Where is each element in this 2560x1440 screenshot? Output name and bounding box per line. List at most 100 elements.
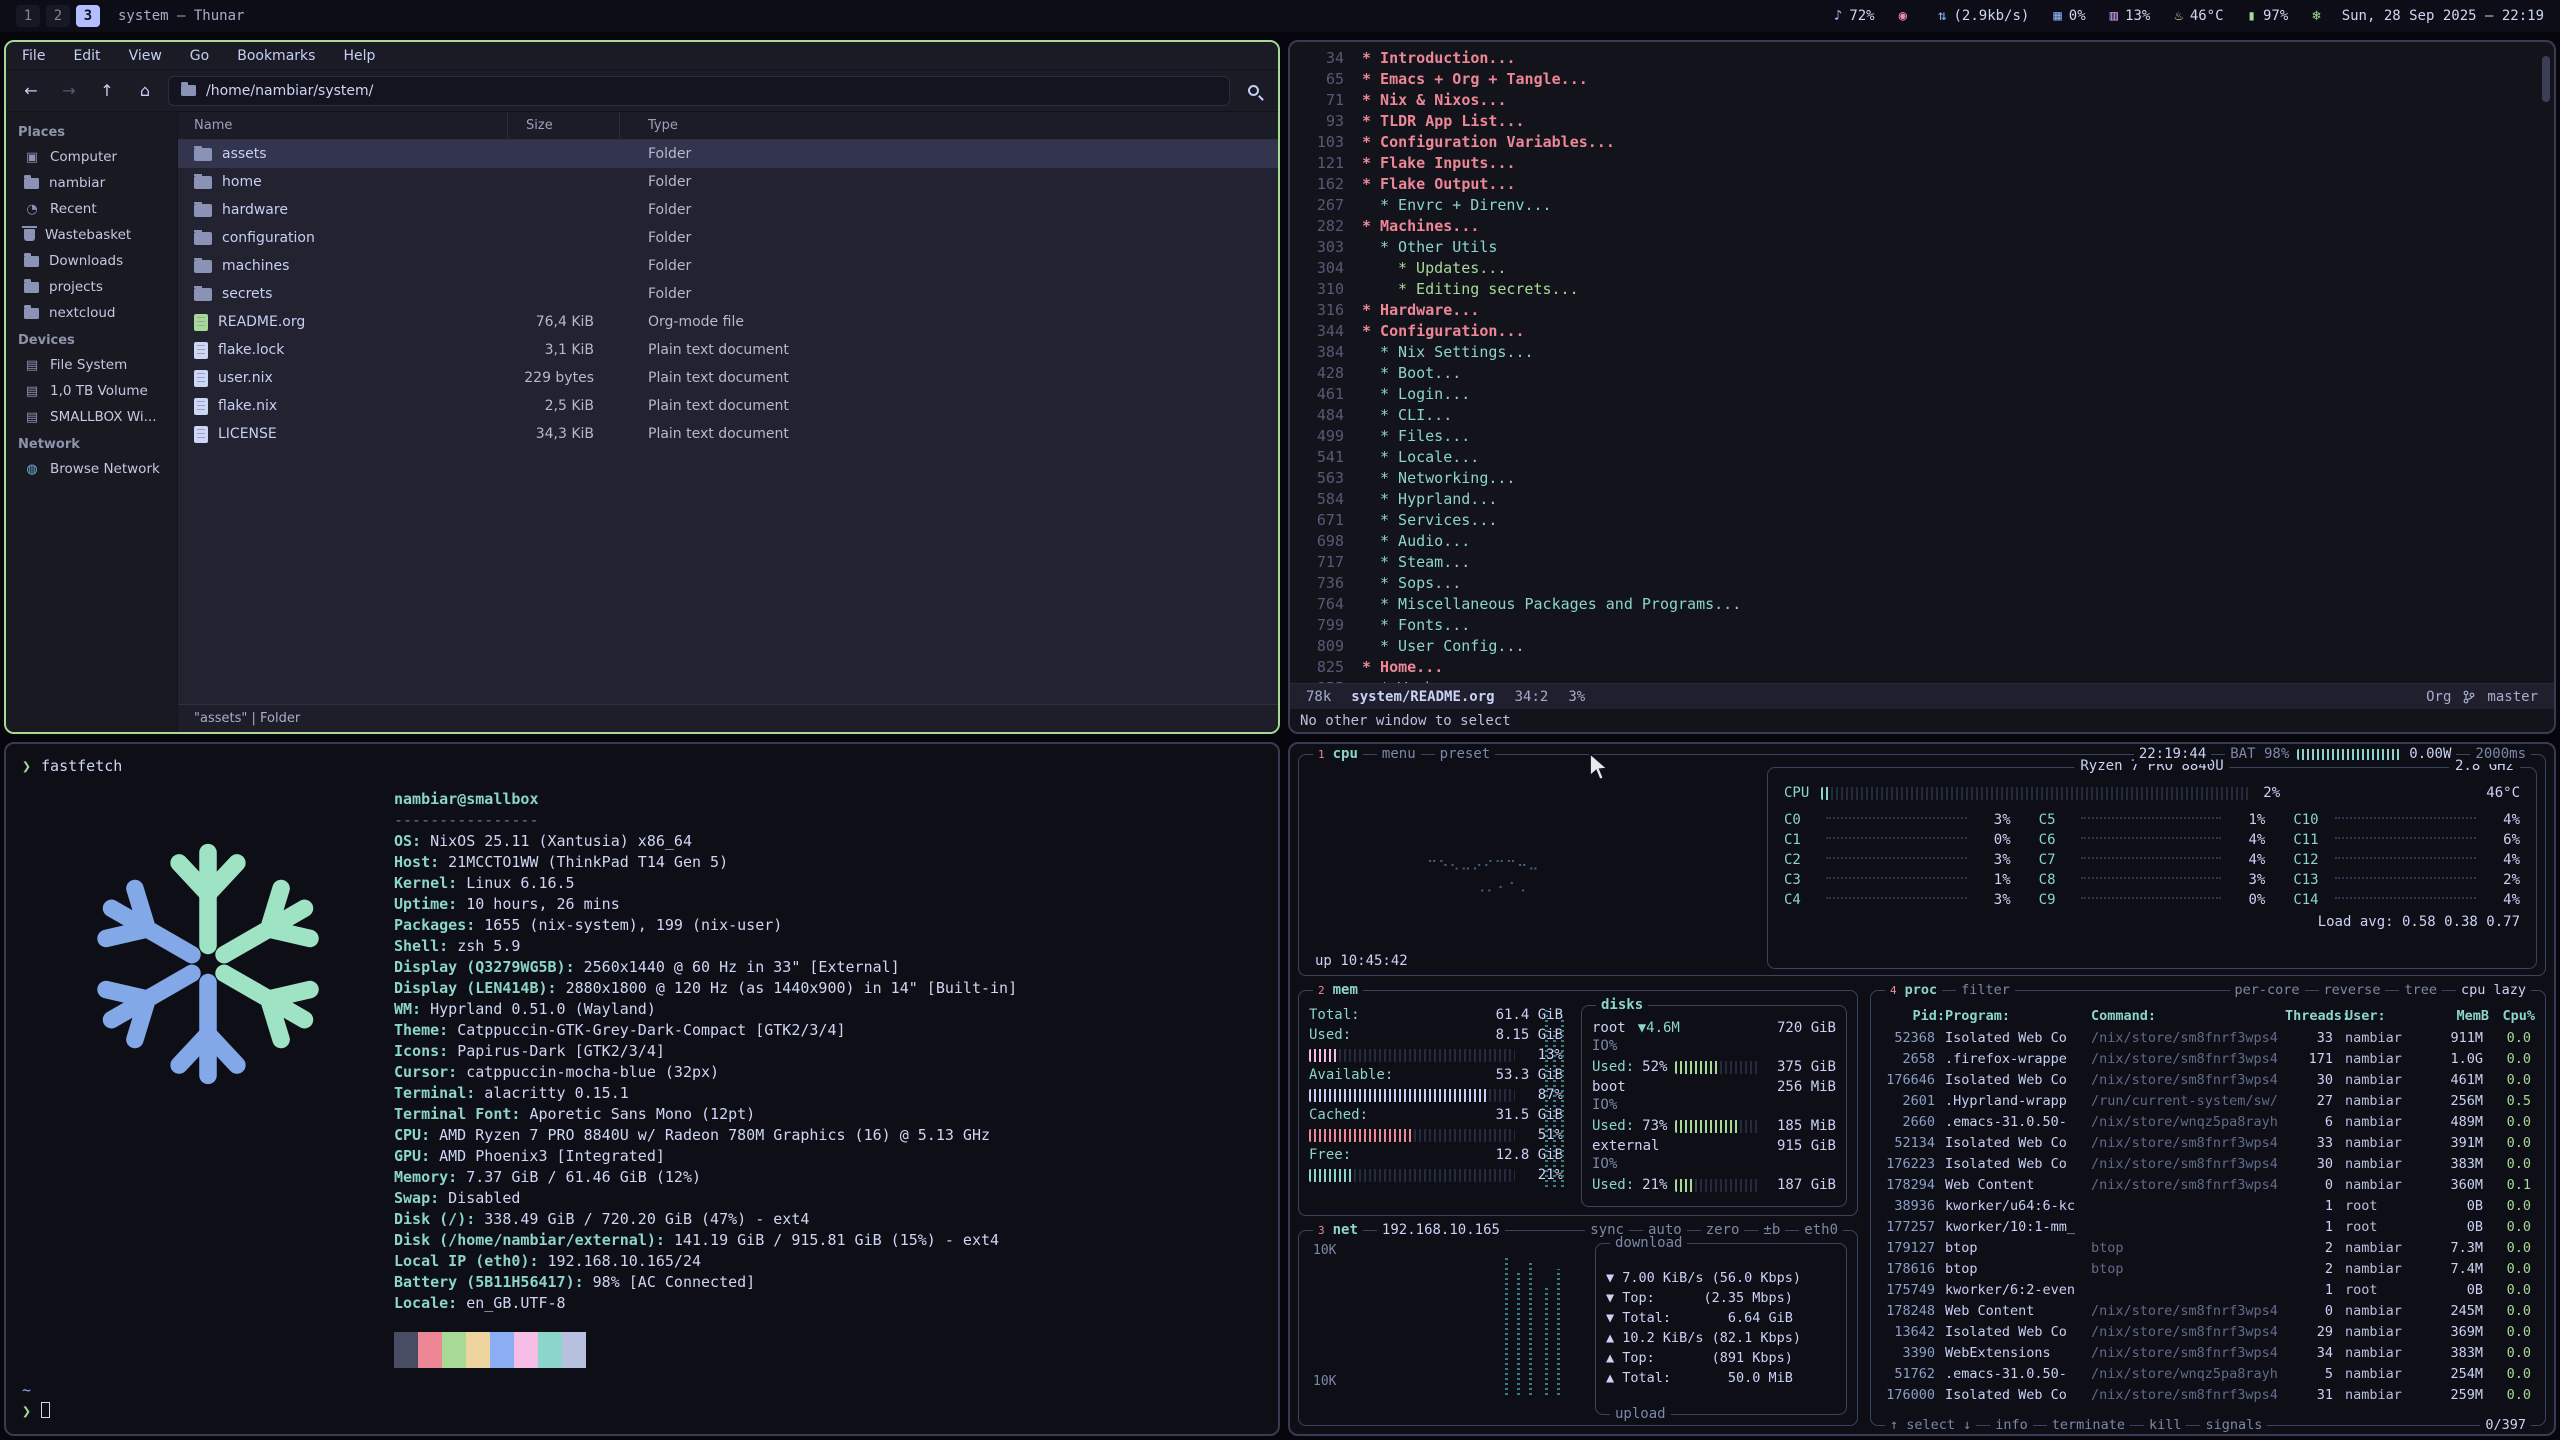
proc-percore-toggle[interactable]: per-core [2230,981,2305,1000]
proc-footer-action[interactable]: info [1990,1416,2033,1435]
org-heading-line[interactable]: 316 * Hardware... [1290,300,2554,321]
sidebar-item[interactable]: ▤ SMALLBOX Wi... [6,404,177,430]
menu-item[interactable]: Edit [73,48,100,64]
menu-item[interactable]: Go [190,48,209,64]
org-heading-line[interactable]: 461 * Login... [1290,384,2554,405]
org-heading-line[interactable]: 855 * Waubar... [1290,678,2554,683]
org-heading-line[interactable]: 384 * Nix Settings... [1290,342,2554,363]
update-interval[interactable]: 2000ms [2470,745,2531,764]
forward-button[interactable]: → [54,77,84,105]
org-heading-line[interactable]: 93 * TLDR App List... [1290,111,2554,132]
file-row[interactable]: hardware Folder [178,196,1278,224]
org-heading-line[interactable]: 428 * Boot... [1290,363,2554,384]
terminal-window[interactable]: ❯ fastfetch nam [4,742,1280,1436]
sidebar-item[interactable]: Downloads [6,248,177,274]
process-row[interactable]: 52368 Isolated Web Co /nix/store/sm8fnrf… [1881,1027,2535,1048]
cpu-box-title[interactable]: 1cpu [1313,745,1363,764]
menu-item[interactable]: Help [343,48,375,64]
home-button[interactable]: ⌂ [130,77,160,105]
org-heading-line[interactable]: 65 * Emacs + Org + Tangle... [1290,69,2554,90]
process-row[interactable]: 2658 .firefox-wrappe /nix/store/sm8fnrf3… [1881,1048,2535,1069]
path-bar[interactable]: /home/nambiar/system/ [168,76,1230,106]
process-row[interactable]: 3390 WebExtensions /nix/store/sm8fnrf3wp… [1881,1342,2535,1363]
net-control-button[interactable]: zero [1701,1221,1745,1240]
process-row[interactable]: 2660 .emacs-31.0.50- /nix/store/wnqz5pa8… [1881,1111,2535,1132]
net-control-button[interactable]: ±b [1758,1221,1785,1240]
status-module[interactable]: ▥ 13% [2110,8,2151,24]
status-module[interactable]: ❄ [2312,8,2327,24]
column-pid[interactable]: Pid: [1881,1008,1945,1024]
column-memb[interactable]: MemB [2427,1008,2489,1024]
org-heading-line[interactable]: 671 * Services... [1290,510,2554,531]
process-row[interactable]: 176000 Isolated Web Co /nix/store/sm8fnr… [1881,1384,2535,1405]
org-heading-line[interactable]: 103 * Configuration Variables... [1290,132,2554,153]
sidebar-item[interactable]: ▣ Computer [6,144,177,170]
org-heading-line[interactable]: 162 * Flake Output... [1290,174,2554,195]
process-row[interactable]: 178248 Web Content /nix/store/sm8fnrf3wp… [1881,1300,2535,1321]
status-module[interactable]: ♨ 46°C [2174,8,2223,24]
status-module[interactable]: ▦ 0% [2053,8,2085,24]
process-row[interactable]: 179127 btop btop 2 nambiar 7.3M 0.0 [1881,1237,2535,1258]
org-heading-line[interactable]: 267 * Envrc + Direnv... [1290,195,2554,216]
proc-reverse-toggle[interactable]: reverse [2319,981,2386,1000]
proc-footer-action[interactable]: signals [2200,1416,2267,1435]
sidebar-item[interactable]: ◔ Recent [6,196,177,222]
file-row[interactable]: secrets Folder [178,280,1278,308]
process-row[interactable]: 175749 kworker/6:2-even 1 root 0B 0.0 [1881,1279,2535,1300]
process-row[interactable]: 51762 .emacs-31.0.50- /nix/store/wnqz5pa… [1881,1363,2535,1384]
org-heading-line[interactable]: 799 * Fonts... [1290,615,2554,636]
sidebar-item[interactable]: projects [6,274,177,300]
process-row[interactable]: 13642 Isolated Web Co /nix/store/sm8fnrf… [1881,1321,2535,1342]
column-program[interactable]: Program: [1945,1008,2091,1024]
column-header-size[interactable]: Size [508,112,620,139]
org-heading-line[interactable]: 34 * Introduction... [1290,48,2554,69]
org-heading-line[interactable]: 764 * Miscellaneous Packages and Program… [1290,594,2554,615]
org-heading-line[interactable]: 563 * Networking... [1290,468,2554,489]
menu-item[interactable]: View [129,48,162,64]
org-heading-line[interactable]: 698 * Audio... [1290,531,2554,552]
btop-preset-button[interactable]: preset [1435,745,1496,764]
process-row[interactable]: 178294 Web Content /nix/store/sm8fnrf3wp… [1881,1174,2535,1195]
org-heading-line[interactable]: 121 * Flake Inputs... [1290,153,2554,174]
clock[interactable]: Sun, 28 Sep 2025 — 22:19 [2342,8,2544,24]
org-heading-line[interactable]: 717 * Steam... [1290,552,2554,573]
up-button[interactable]: ↑ [92,77,122,105]
process-row[interactable]: 178616 btop btop 2 nambiar 7.4M 0.0 [1881,1258,2535,1279]
menu-item[interactable]: Bookmarks [237,48,315,64]
column-header-name[interactable]: Name [178,112,508,139]
org-heading-line[interactable]: 344 * Configuration... [1290,321,2554,342]
file-row[interactable]: user.nix 229 bytes Plain text document [178,364,1278,392]
file-row[interactable]: flake.nix 2,5 KiB Plain text document [178,392,1278,420]
process-row[interactable]: 2601 .Hyprland-wrapp /run/current-system… [1881,1090,2535,1111]
process-row[interactable]: 38936 kworker/u64:6-kc 1 root 0B 0.0 [1881,1195,2535,1216]
org-heading-line[interactable]: 303 * Other Utils [1290,237,2554,258]
file-row[interactable]: flake.lock 3,1 KiB Plain text document [178,336,1278,364]
process-row[interactable]: 176223 Isolated Web Co /nix/store/sm8fnr… [1881,1153,2535,1174]
file-row[interactable]: README.org 76,4 KiB Org-mode file [178,308,1278,336]
menu-item[interactable]: File [22,48,45,64]
org-heading-line[interactable]: 825 * Home... [1290,657,2554,678]
net-box-title[interactable]: 3net [1313,1221,1363,1240]
sidebar-item[interactable]: Wastebasket [6,222,177,248]
status-module[interactable]: ▮ 97% [2248,8,2289,24]
file-row[interactable]: machines Folder [178,252,1278,280]
search-button[interactable] [1238,77,1268,105]
column-user[interactable]: User: [2345,1008,2427,1024]
emacs-scrollbar[interactable] [2542,48,2550,728]
sidebar-item[interactable]: nambiar [6,170,177,196]
org-heading-line[interactable]: 282 * Machines... [1290,216,2554,237]
org-heading-line[interactable]: 304 * Updates... [1290,258,2554,279]
sidebar-item[interactable]: ▤ File System [6,352,177,378]
sidebar-item[interactable]: ▤ 1,0 TB Volume [6,378,177,404]
org-heading-line[interactable]: 499 * Files... [1290,426,2554,447]
org-heading-line[interactable]: 484 * CLI... [1290,405,2554,426]
btop-menu-button[interactable]: menu [1377,745,1421,764]
org-heading-line[interactable]: 584 * Hyprland... [1290,489,2554,510]
proc-footer-action[interactable]: kill [2144,1416,2187,1435]
proc-box-title[interactable]: 4proc [1885,981,1942,1000]
back-button[interactable]: ← [16,77,46,105]
org-heading-line[interactable]: 541 * Locale... [1290,447,2554,468]
file-row[interactable]: home Folder [178,168,1278,196]
net-control-button[interactable]: eth0 [1799,1221,1843,1240]
column-command[interactable]: Command: [2091,1008,2285,1024]
